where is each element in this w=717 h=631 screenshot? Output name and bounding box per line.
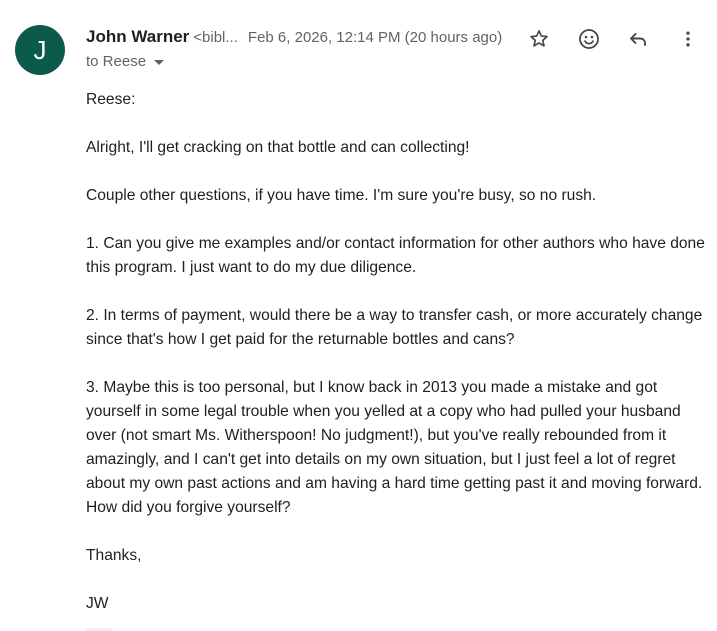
body-paragraph-2: Couple other questions, if you have time…: [86, 187, 597, 204]
greeting: Reese:: [86, 91, 136, 108]
message-date: Feb 6, 2026, 12:14 PM (20 hours ago): [247, 29, 503, 46]
body-paragraph-3: 1. Can you give me examples and/or conta…: [86, 235, 705, 276]
body-paragraph-1: Alright, I'll get cracking on that bottl…: [86, 139, 470, 156]
sender-email[interactable]: <bibl...: [193, 29, 238, 46]
email-message: J John Warner <bibl... Feb 6, 2026, 12:1…: [0, 0, 717, 631]
message-body: Reese: Alright, I'll get cracking on tha…: [86, 88, 706, 616]
star-button[interactable]: [525, 25, 553, 53]
body-paragraph-4: 2. In terms of payment, would there be a…: [86, 307, 703, 348]
chevron-down-icon[interactable]: [154, 60, 165, 65]
add-reaction-button[interactable]: [575, 25, 603, 53]
sender-name[interactable]: John Warner: [86, 27, 189, 47]
sender-line: John Warner <bibl... Feb 6, 2026, 12:14 …: [86, 27, 502, 47]
sender-avatar[interactable]: J: [15, 25, 65, 75]
signature: JW: [86, 595, 109, 612]
more-vert-icon: [686, 31, 690, 47]
more-options-button[interactable]: [674, 25, 702, 53]
recipient-details-toggle[interactable]: to Reese: [86, 53, 165, 70]
closing: Thanks,: [86, 547, 142, 564]
reply-icon: [630, 33, 646, 46]
reply-button[interactable]: [624, 25, 652, 53]
star-icon: [530, 30, 548, 47]
emoji-icon: [579, 29, 599, 49]
recipient-label: to Reese: [86, 53, 147, 70]
body-paragraph-5: 3. Maybe this is too personal, but I kno…: [86, 379, 703, 516]
